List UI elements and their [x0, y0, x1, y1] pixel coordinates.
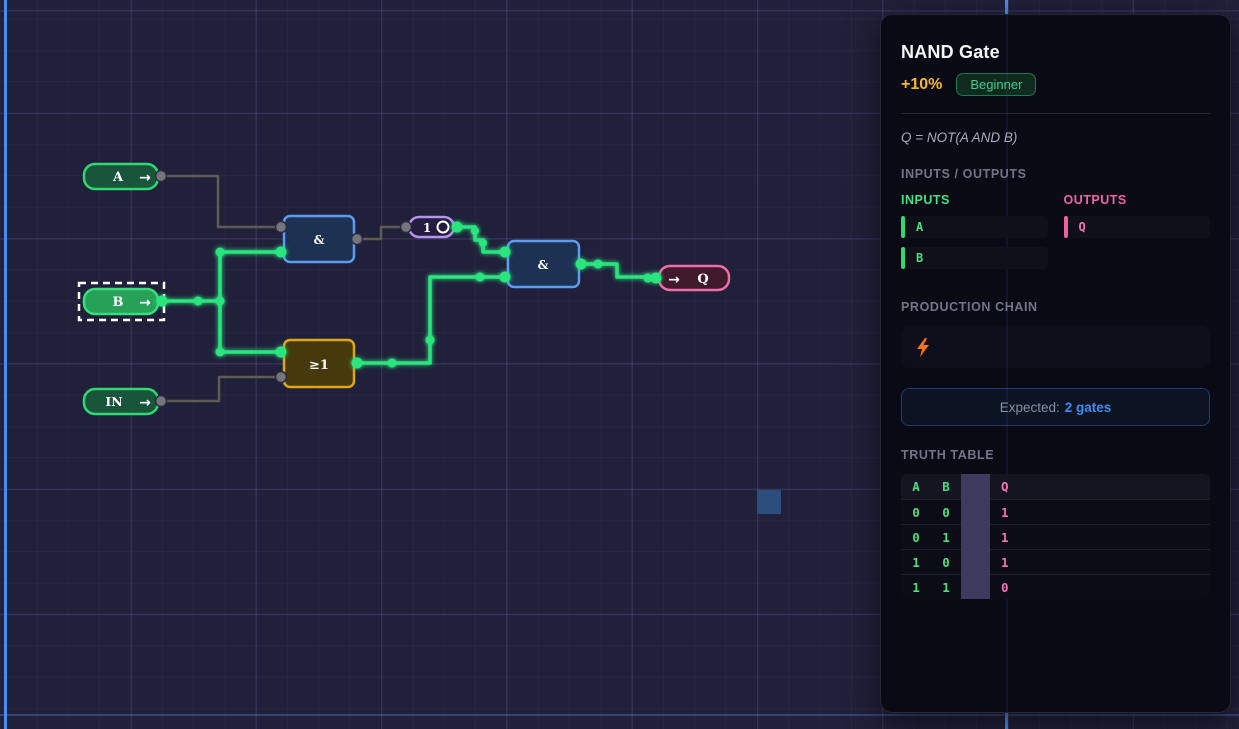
node-input-b[interactable]: B → — [77, 281, 166, 322]
node-gate-not-1[interactable]: 1 — [407, 215, 456, 239]
table-row: 0 0 1 — [901, 499, 1210, 524]
truth-table-divider-column — [961, 474, 990, 599]
wire-in-to-or1 — [161, 375, 278, 403]
junction-dots-active — [193, 227, 653, 368]
node-gate-and-1[interactable]: & — [282, 214, 356, 264]
node-input-a[interactable]: A → — [82, 162, 160, 191]
tt-cell: 1 — [912, 579, 920, 595]
tt-cell: 1 — [942, 579, 950, 595]
table-row: 1 0 1 — [901, 549, 1210, 574]
challenge-panel: NAND Gate +10% Beginner Q = NOT(A AND B)… — [880, 14, 1231, 713]
pin-b-out[interactable] — [156, 295, 168, 307]
inputs-column: INPUTS A B — [901, 193, 1048, 278]
node-gate-or-1[interactable]: ≥1 — [282, 338, 356, 389]
inputs-label: INPUTS — [901, 193, 950, 207]
pin-or1-out[interactable] — [351, 357, 363, 369]
node-output-q[interactable]: → Q — [657, 264, 731, 292]
pin-or1-in-top[interactable] — [275, 346, 287, 358]
difficulty-badge: Beginner — [956, 73, 1037, 96]
expected-value: 2 gates — [1064, 399, 1112, 415]
input-row-b: B — [901, 247, 1048, 269]
pin-and2-in-bottom[interactable] — [499, 271, 511, 283]
tt-header-a: A — [912, 479, 920, 494]
tt-cell: 1 — [1001, 554, 1009, 570]
outputs-label: OUTPUTS — [1063, 193, 1127, 207]
page-title: NAND Gate — [901, 42, 1000, 62]
pin-and2-out[interactable] — [575, 258, 587, 270]
table-row: 0 1 1 — [901, 524, 1210, 549]
table-row: 1 1 0 — [901, 574, 1210, 599]
wire-and1-to-not1 — [357, 225, 403, 241]
production-chain-header: PRODUCTION CHAIN — [901, 300, 1038, 314]
wire-and2-to-q — [581, 262, 653, 279]
arrow-icon: → — [139, 295, 151, 311]
io-section-header: INPUTS / OUTPUTS — [901, 167, 1027, 181]
tt-cell: 0 — [942, 504, 950, 520]
output-row-q-label: Q — [1078, 220, 1086, 234]
pin-a-out[interactable] — [154, 169, 168, 183]
node-gate-and-1-label: & — [314, 233, 325, 247]
node-gate-not-1-label: 1 — [423, 221, 431, 235]
grid-cell-highlight — [757, 490, 781, 514]
wire-a-to-and1 — [161, 174, 278, 229]
tt-cell: 0 — [942, 554, 950, 570]
arrow-icon: → — [139, 395, 151, 411]
input-row-a: A — [901, 216, 1048, 238]
node-input-a-label: A — [112, 170, 124, 185]
node-gate-and-2-label: & — [538, 258, 549, 272]
arrow-icon: → — [668, 272, 680, 288]
reward-percent: +10% — [901, 75, 943, 93]
lightning-bolt-icon — [917, 337, 929, 357]
tt-cell: 0 — [912, 504, 920, 520]
expected-gates-box: Expected: 2 gates — [901, 388, 1210, 426]
io-grid: INPUTS A B OUTPUTS Q — [901, 193, 1210, 278]
input-row-a-label: A — [916, 220, 924, 234]
pin-not1-in[interactable] — [399, 220, 413, 234]
inverter-bubble-icon — [436, 220, 450, 234]
pin-in-out[interactable] — [154, 394, 168, 408]
tt-cell: 0 — [912, 529, 920, 545]
reward-row: +10% Beginner — [901, 73, 1210, 96]
pin-and1-in-top[interactable] — [274, 220, 288, 234]
outputs-column: OUTPUTS Q — [1063, 193, 1210, 278]
node-gate-or-1-label: ≥1 — [309, 358, 329, 373]
node-output-q-label: Q — [697, 272, 708, 287]
tt-header-q: Q — [1001, 479, 1009, 494]
pin-or1-in-bottom[interactable] — [274, 370, 288, 384]
truth-table-header: TRUTH TABLE — [901, 448, 995, 462]
input-row-b-label: B — [916, 251, 924, 265]
truth-table: A B Q 0 0 1 0 1 1 1 0 1 1 1 0 — [901, 474, 1210, 599]
expected-label: Expected: — [999, 399, 1060, 415]
app-window: A → B → IN → & 1 & ≥1 → Q NAND Gate +10%… — [0, 0, 1239, 729]
wire-not1-to-and2 — [457, 225, 502, 254]
tt-cell: 1 — [1001, 504, 1009, 520]
tt-cell: 1 — [1001, 529, 1009, 545]
node-input-in[interactable]: IN → — [82, 387, 160, 416]
node-input-b-label: B — [113, 295, 124, 310]
arrow-icon: → — [139, 170, 151, 186]
tt-header-b: B — [942, 479, 950, 494]
truth-table-head-row: A B Q — [901, 474, 1210, 499]
tt-cell: 1 — [942, 529, 950, 545]
tt-cell: 0 — [1001, 579, 1009, 595]
pin-and1-out[interactable] — [350, 232, 364, 246]
divider — [901, 113, 1210, 114]
pin-and2-in-top[interactable] — [499, 246, 511, 258]
node-input-in-label: IN — [105, 394, 122, 409]
pin-not1-out[interactable] — [451, 221, 463, 233]
node-gate-and-2[interactable]: & — [506, 239, 581, 289]
formula-text: Q = NOT(A AND B) — [901, 130, 1018, 145]
tt-cell: 1 — [912, 554, 920, 570]
pins-active[interactable] — [156, 221, 662, 369]
wire-or1-to-and2 — [357, 275, 502, 365]
pin-q-in[interactable] — [650, 272, 662, 284]
wire-group-inactive — [161, 174, 403, 403]
pin-and1-in-bottom[interactable] — [275, 246, 287, 258]
output-row-q: Q — [1063, 216, 1210, 238]
production-chain-box — [901, 326, 1210, 368]
